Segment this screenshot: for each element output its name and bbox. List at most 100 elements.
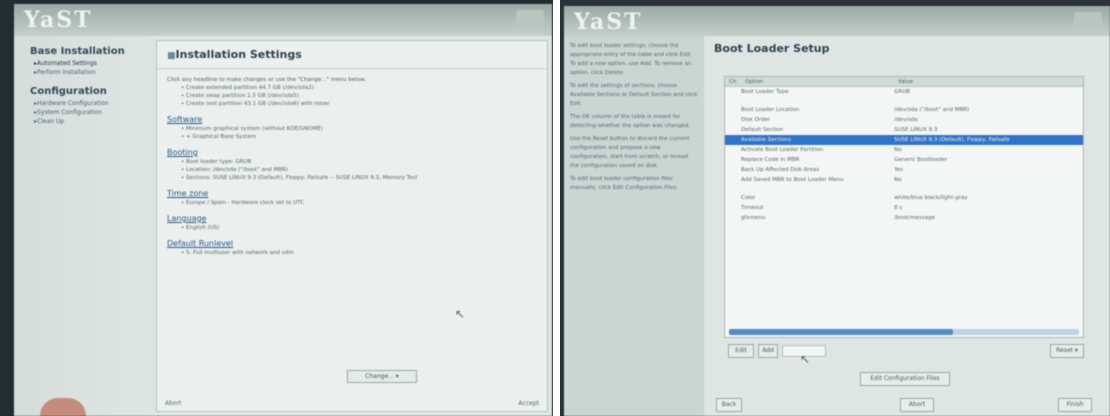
back-button[interactable]: Back [716, 398, 742, 412]
booting-bullet: Boot loader type: GRUB [181, 159, 537, 165]
help-paragraph: To edit the settings of sections, choose… [570, 83, 698, 107]
help-paragraph: The OK column of the table is meant for … [570, 114, 691, 129]
table-header: Ch Option Value [725, 77, 1083, 87]
table-row[interactable] [725, 97, 1083, 105]
value-cell: 8 s [894, 205, 903, 211]
reset-button-label: Reset [1056, 347, 1073, 354]
sidebar-item: Hardware Configuration [34, 100, 152, 107]
runlevel-bullet: 5: Full multiuser with network and xdm [181, 250, 537, 256]
sidebar-item: Perform Installation [34, 69, 152, 76]
table-row[interactable]: Back Up Affected Disk Areas Yes [725, 165, 1083, 175]
chevron-down-icon: ▾ [1074, 347, 1078, 354]
time-zone-bullet: Europe / Spain - Hardware clock set to U… [181, 200, 537, 206]
table-row[interactable]: Disk Order/dev/sda [725, 115, 1083, 125]
option-cell: Boot Loader Type [741, 89, 789, 95]
yast-screen: YaST Base Installation Automated Setting… [14, 4, 552, 416]
language-link[interactable]: Language [167, 214, 537, 223]
table-row[interactable]: Activate Boot Loader Partition No [725, 145, 1083, 155]
table-row[interactable]: Replace Code in MBR Generic Bootloader [725, 155, 1083, 165]
help-paragraph: To edit boot loader configuration files … [570, 176, 679, 191]
add-button[interactable]: Add [758, 344, 778, 358]
value-cell [894, 97, 1083, 105]
scrollbar-thumb[interactable] [729, 329, 953, 335]
yast-logo: YaST [24, 7, 93, 33]
value-cell: /dev/sda [894, 117, 918, 123]
software-bullet: Minimum graphical system (without KDE/GN… [181, 126, 537, 132]
yast-header: YaST [14, 4, 552, 36]
accept-button[interactable]: Accept [519, 400, 539, 407]
value-cell: SUSE LINUX 9.3 [894, 127, 938, 133]
change-menu-button[interactable]: Change... ▾ [347, 370, 417, 383]
value-cell: No [894, 147, 902, 153]
help-panel: To edit boot loader settings, choose the… [564, 36, 704, 416]
sidebar-item: System Configuration [34, 109, 152, 116]
table-row[interactable]: Color white/blue black/light-gray [725, 193, 1083, 203]
option-cell: Activate Boot Loader Partition [741, 147, 824, 153]
value-cell: No [894, 177, 902, 183]
value-cell: /boot/message [894, 215, 935, 221]
page-title: Installation Settings [157, 41, 547, 69]
partition-bullet: Create extended partition 44.7 GB (/dev/… [181, 85, 537, 91]
column-header: Value [898, 79, 914, 85]
installation-settings-panel: Installation Settings Click any headline… [156, 40, 548, 412]
edit-button[interactable]: Edit [728, 344, 754, 358]
value-cell: SUSE LINUX 9.3 (Default), Floppy, Failsa… [894, 137, 1010, 143]
software-link[interactable]: Software [167, 115, 537, 124]
yast-screen: YaST To edit boot loader settings, choos… [564, 6, 1110, 416]
mouse-cursor-icon: ↖ [455, 307, 466, 321]
table-row[interactable]: gfxmenu/boot/message [725, 213, 1083, 223]
installation-steps-sidebar: Base Installation Automated Settings Per… [14, 36, 152, 416]
option-cell [725, 185, 894, 193]
option-cell: Replace Code in MBR [741, 157, 800, 163]
option-cell: Add Saved MBR to Boot Loader Menu [741, 177, 844, 183]
page-title: Boot Loader Setup [714, 42, 830, 55]
header-emblem-icon [516, 10, 544, 28]
finish-button[interactable]: Finish [1058, 398, 1092, 412]
help-paragraph: Use the Reset button to discard the curr… [570, 136, 690, 169]
sidebar-heading: Base Installation [30, 46, 125, 57]
horizontal-scrollbar[interactable] [729, 329, 1079, 335]
table-row[interactable]: Timeout 8 s [725, 203, 1083, 213]
chevron-down-icon: ▾ [395, 373, 399, 380]
column-header: Ch [729, 79, 737, 85]
option-cell: Back Up Affected Disk Areas [741, 167, 820, 173]
header-emblem-icon [1074, 12, 1102, 30]
table-row[interactable]: Default Section SUSE LINUX 9.3 [725, 125, 1083, 135]
option-cell: Boot Loader Location [741, 107, 800, 113]
reset-button[interactable]: Reset ▾ [1050, 344, 1084, 358]
abort-button[interactable]: Abort [165, 400, 181, 407]
option-cell: gfxmenu [741, 215, 766, 221]
boot-loader-options-table[interactable]: Ch Option Value Boot Loader Type GRUB Boot… [724, 76, 1084, 338]
edit-configuration-files-button[interactable]: Edit Configuration Files [860, 372, 950, 386]
value-cell: Generic Bootloader [894, 157, 948, 163]
partition-bullet: Create swap partition 1.5 GB (/dev/sda5) [181, 93, 537, 99]
sidebar-item: Clean Up [34, 118, 152, 125]
table-row-selected[interactable]: Available Sections SUSE LINUX 9.3 (Defaul… [725, 135, 1083, 145]
default-runlevel-link[interactable]: Default Runlevel [167, 239, 537, 248]
change-button-label: Change... [365, 373, 394, 380]
booting-bullet: Sections: SUSE LINUX 9.3 (Default), Flop… [181, 175, 537, 181]
mouse-cursor-icon: ↖ [800, 352, 811, 366]
value-cell [894, 185, 1083, 193]
value-cell: white/blue black/light-gray [894, 195, 968, 201]
table-row[interactable] [725, 185, 1083, 193]
table-body: Boot Loader Type GRUB Boot Loader Location… [725, 87, 1083, 223]
photo-boot-loader-setup: YaST To edit boot loader settings, choos… [560, 0, 1110, 416]
partition-bullet: Create root partition 43.1 GB (/dev/sda6… [181, 101, 537, 107]
table-row[interactable]: Boot Loader Type GRUB [725, 87, 1083, 97]
sidebar-heading: Configuration [30, 86, 107, 97]
table-row[interactable]: Boot Loader Location/dev/sda ("/boot" an… [725, 105, 1083, 115]
abort-button[interactable]: Abort [900, 398, 934, 412]
software-bullet: + Graphical Base System [181, 134, 537, 140]
booting-link[interactable]: Booting [167, 148, 537, 157]
option-cell: Available Sections [741, 137, 791, 143]
photo-installation-settings: YaST Base Installation Automated Setting… [0, 0, 553, 416]
sidebar-item: Automated Settings [34, 60, 152, 67]
column-header: Option [744, 79, 764, 85]
option-cell: Default Section [741, 127, 784, 133]
booting-bullet: Location: /dev/sda ("/boot" and MBR) [181, 167, 537, 173]
time-zone-link[interactable]: Time zone [167, 189, 537, 198]
help-paragraph: To edit boot loader settings, choose the… [570, 43, 693, 76]
option-cell: Color [741, 195, 756, 201]
table-row[interactable]: Add Saved MBR to Boot Loader Menu No [725, 175, 1083, 185]
